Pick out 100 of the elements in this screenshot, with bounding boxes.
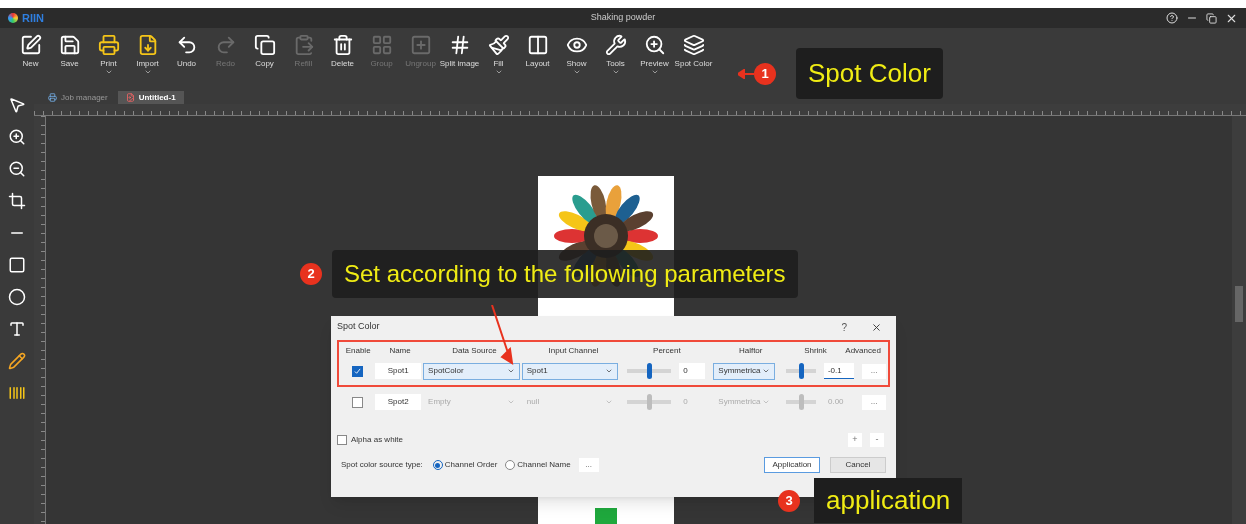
caret-icon [650,68,659,76]
radio-option[interactable]: Channel Name [505,459,571,471]
slider-thumb[interactable] [647,363,653,379]
percent-field[interactable]: 0 [679,363,706,379]
layers-icon [682,34,705,56]
remove-button[interactable]: - [870,433,884,447]
scrollbar[interactable] [1232,116,1246,524]
slider-thumb[interactable] [798,394,804,410]
dropdown-select[interactable]: Symmetrica [713,362,775,380]
name-field[interactable]: Spot1 [375,363,422,379]
restore-icon[interactable] [1206,12,1217,24]
source-type-label: Spot color source type: [341,459,423,471]
slider[interactable] [627,394,672,410]
checkbox-label: Alpha as white [351,434,405,446]
brush-icon [487,34,510,56]
grid-icon [370,34,393,56]
toolbar-button[interactable]: Split image [441,34,478,68]
more-button[interactable]: ... [578,458,599,472]
checkbox[interactable] [352,365,364,377]
zoom-icon [643,34,666,56]
document-tab[interactable]: Untitled-1 [117,91,184,104]
toolbar-button[interactable]: Copy [246,34,283,68]
rectangle-tool-icon[interactable] [8,256,26,274]
toolbar-button[interactable]: New [12,34,49,68]
columns-icon [526,34,549,56]
toolbar-button[interactable]: Spot Color [675,34,712,68]
chevron-down-icon [506,398,515,406]
toolbar-button[interactable]: Save [51,34,88,68]
chevron-down-icon [605,398,614,406]
checkbox[interactable] [337,435,347,445]
help-button[interactable]: ? [841,319,847,335]
name-field[interactable]: Spot2 [375,394,422,410]
toolbar-button[interactable]: Layout [519,34,556,68]
color-swatch [595,508,617,524]
grid-plus-icon [409,34,432,56]
slider-thumb[interactable] [798,363,804,379]
arrow-icon [738,68,754,79]
copy-icon [253,34,276,56]
caret-icon [143,68,152,76]
chevron-down-icon [761,398,770,406]
column-header: Percent [652,345,682,357]
dropdown-select[interactable]: SpotColor [423,362,520,380]
pen-square-icon [19,34,42,56]
toolbar-button[interactable]: Fill [480,34,517,76]
toolbar-button[interactable]: Undo [168,34,205,68]
advanced-button[interactable]: ... [862,394,886,410]
column-header: Name [388,345,412,357]
column-header: Advanced [844,345,882,357]
pencil-icon[interactable] [8,352,26,370]
close-icon[interactable] [871,321,882,333]
column-header: Data Source [451,345,498,357]
trash-icon [331,34,354,56]
chevron-down-icon [506,367,515,375]
callout-label: application [814,478,963,523]
help-icon[interactable] [1166,12,1178,24]
document-icon [125,93,135,102]
callout-label: Set according to the following parameters [332,250,798,298]
slider[interactable] [627,363,672,379]
column-header: Shrink [803,345,828,357]
caret-icon [494,68,503,76]
window-title: Shaking powder [589,11,657,25]
crop-icon[interactable] [8,192,26,210]
zoom-out-icon[interactable] [8,160,26,178]
zoom-in-icon[interactable] [8,128,26,146]
printer-icon [48,93,57,102]
chevron-down-icon [761,367,770,375]
wrench-icon [604,34,627,56]
caret-icon [104,68,113,76]
chevron-down-icon [605,367,614,375]
caret-icon [572,68,581,76]
application-button[interactable]: Application [764,457,820,473]
toolbar-button[interactable]: Tools [597,34,634,76]
barcode-icon[interactable] [8,384,26,402]
callout-label: Spot Color [796,48,943,99]
printer-icon [97,34,120,56]
column-header: Halftor [737,345,764,357]
shrink-field[interactable]: -0.1 [823,363,855,379]
logo-icon [8,13,18,23]
slider-thumb[interactable] [647,394,653,410]
toolbar-button[interactable]: Print [90,34,127,76]
column-header: Input Channel [547,345,600,357]
add-button[interactable]: + [848,433,862,447]
advanced-button[interactable]: ... [862,363,886,379]
slider[interactable] [785,363,816,379]
toolbar-button[interactable]: Preview [636,34,673,76]
dropdown-select[interactable]: Spot1 [521,362,619,380]
radio-option[interactable]: Channel Order [432,459,498,471]
app-logo: RIIN [22,10,44,26]
column-header: Enable [344,345,372,357]
dialog-title: Spot Color [337,320,381,334]
checkbox[interactable] [352,396,364,408]
text-tool-icon[interactable] [8,320,26,338]
ellipse-tool-icon[interactable] [8,288,26,306]
toolbar-button[interactable]: Show [558,34,595,76]
toolbar-button[interactable]: Delete [324,34,361,68]
slider[interactable] [785,394,816,410]
select-tool-icon[interactable] [8,96,26,114]
document-tab[interactable]: Job manager [40,91,116,104]
toolbar-button[interactable]: Import [129,34,166,76]
cancel-button[interactable]: Cancel [830,457,886,473]
